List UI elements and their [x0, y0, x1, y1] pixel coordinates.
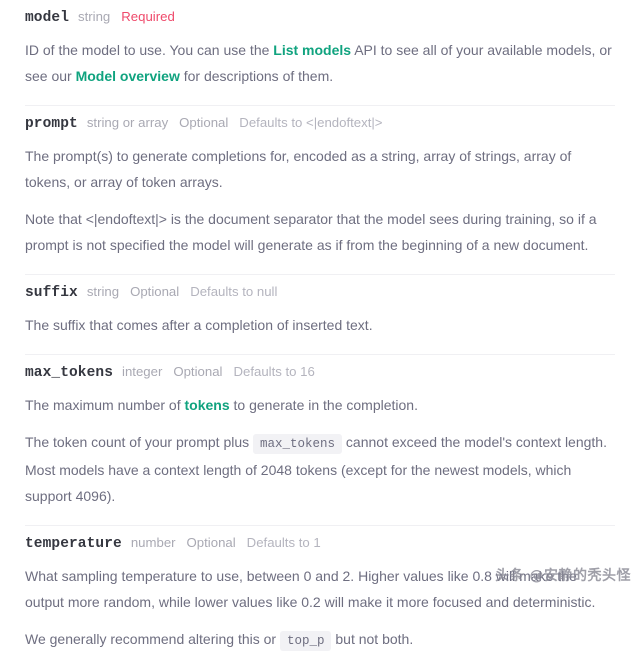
parameter-type: integer [122, 364, 163, 379]
parameter-type: string [78, 9, 111, 24]
parameter-description: The maximum number of tokens to generate… [25, 392, 615, 418]
parameter-list: model string Required ID of the model to us… [0, 0, 640, 654]
text-run: Note that <|endoftext|> is the document … [25, 211, 597, 253]
parameter-name: max_tokens [25, 365, 114, 381]
text-run: The maximum number of [25, 397, 185, 413]
parameter-description: The prompt(s) to generate completions fo… [25, 143, 615, 195]
text-run: The suffix that comes after a completion… [25, 317, 373, 333]
parameter-header: prompt string or array Optional Defaults to… [25, 106, 615, 132]
parameter-default: Defaults to <|endoftext|> [239, 115, 383, 130]
text-run: but not both. [331, 631, 414, 647]
parameter-header: suffix string Optional Defaults to null [25, 275, 615, 301]
text-run: The prompt(s) to generate completions fo… [25, 148, 572, 190]
parameter-description: ID of the model to use. You can use the … [25, 37, 615, 89]
parameter-header: max_tokens integer Optional Defaults to 16 [25, 355, 615, 381]
parameter-requirement: Optional [130, 284, 180, 299]
parameter-default: Defaults to 16 [233, 364, 315, 379]
watermark-label: 头条 @安静的秃头怪 [495, 568, 631, 584]
parameter-description: The suffix that comes after a completion… [25, 312, 615, 338]
parameter-description: The token count of your prompt plus max_… [25, 429, 615, 509]
text-run: for descriptions of them. [179, 68, 334, 84]
parameter-type: number [130, 535, 176, 550]
text-run: ID of the model to use. You can use the [25, 42, 274, 58]
parameter-block: max_tokens integer Optional Defaults to 16 T… [0, 355, 640, 509]
inline-link[interactable]: tokens [185, 397, 230, 413]
inline-link[interactable]: List models [273, 42, 351, 58]
inline-code: max_tokens [253, 434, 343, 454]
parameter-name: temperature [25, 536, 122, 552]
parameter-requirement: Optional [173, 364, 223, 379]
parameter-block: temperature number Optional Defaults to 1 Wh… [0, 526, 640, 654]
text-run: The token count of your prompt plus [25, 434, 254, 450]
parameter-default: Defaults to null [190, 284, 278, 299]
inline-link[interactable]: Model overview [76, 68, 180, 84]
parameter-name: model [25, 10, 70, 26]
parameter-requirement: Optional [186, 535, 236, 550]
parameter-name: prompt [25, 116, 78, 132]
parameter-header: temperature number Optional Defaults to 1 [25, 526, 615, 552]
parameter-type: string or array [86, 115, 169, 130]
parameter-block: prompt string or array Optional Defaults to… [0, 106, 640, 258]
text-run: to generate in the completion. [229, 397, 418, 413]
parameter-block: suffix string Optional Defaults to null The … [0, 275, 640, 338]
parameter-default: Defaults to 1 [246, 535, 321, 550]
parameter-header: model string Required [25, 0, 615, 26]
text-run: We generally recommend altering this or [25, 631, 280, 647]
parameter-requirement: Required [121, 9, 175, 24]
parameter-description: We generally recommend altering this or … [25, 626, 615, 654]
inline-code: top_p [279, 631, 332, 651]
parameter-requirement: Optional [179, 115, 229, 130]
parameter-description: Note that <|endoftext|> is the document … [25, 206, 615, 258]
parameter-block: model string Required ID of the model to us… [0, 0, 640, 89]
parameter-name: suffix [25, 285, 78, 301]
api-parameters-document: model string Required ID of the model to us… [0, 0, 640, 651]
parameter-type: string [86, 284, 120, 299]
